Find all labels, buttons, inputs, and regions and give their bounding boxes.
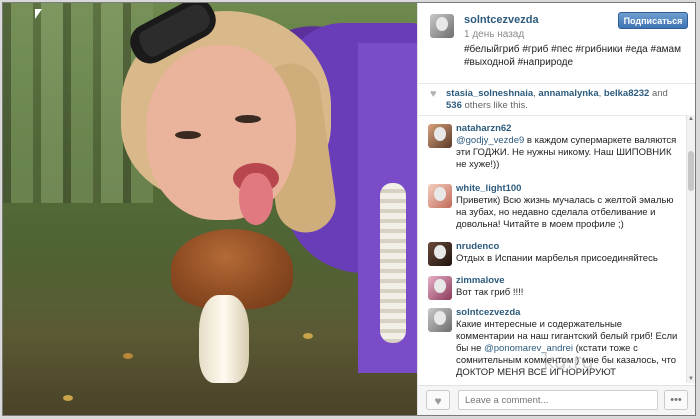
more-icon: ••• bbox=[670, 394, 682, 406]
photo-face bbox=[146, 45, 296, 220]
instagram-post-window: solntcezvezda 1 день назад #белыйгриб #г… bbox=[2, 2, 696, 416]
author-avatar[interactable] bbox=[430, 14, 454, 38]
like-user[interactable]: belka8232 bbox=[604, 88, 649, 99]
comment-mention[interactable]: @godjy_vezde9 bbox=[456, 135, 524, 146]
watermark: ka.ru bbox=[543, 349, 594, 373]
likes-row: ♥ stasia_solneshnaia, annamalynka, belka… bbox=[418, 83, 695, 112]
post-photo[interactable] bbox=[3, 3, 417, 415]
likes-and: and bbox=[651, 88, 668, 99]
scrollbar-thumb[interactable] bbox=[688, 151, 694, 191]
like-button[interactable]: ♥ bbox=[426, 390, 450, 410]
photo-leaf bbox=[63, 395, 73, 401]
commenter-avatar[interactable] bbox=[428, 276, 452, 300]
comments-list[interactable]: nataharzn62 @godjy_vezde9 в каждом супер… bbox=[418, 115, 686, 384]
comment-item: white_light100 Приветик) Всю жизнь мучал… bbox=[418, 180, 686, 234]
heart-icon: ♥ bbox=[434, 394, 442, 408]
scroll-down-icon[interactable]: ▼ bbox=[687, 375, 695, 383]
likes-count[interactable]: 536 bbox=[446, 100, 462, 111]
likes-text: stasia_solneshnaia, annamalynka, belka82… bbox=[446, 88, 668, 111]
post-header: solntcezvezda 1 день назад #белыйгриб #г… bbox=[418, 3, 695, 75]
commenter-avatar[interactable] bbox=[428, 124, 452, 148]
comment-text: Приветик) Всю жизнь мучалась с желтой эм… bbox=[456, 195, 674, 230]
comment-item: nrudenco Отдых в Испании марбелья присое… bbox=[418, 238, 686, 268]
commenter-avatar[interactable] bbox=[428, 242, 452, 266]
heart-icon: ♥ bbox=[430, 88, 437, 100]
comment-text: Отдых в Испании марбелья присоединяйтесь bbox=[456, 253, 658, 264]
comment-username[interactable]: nataharzn62 bbox=[456, 123, 511, 134]
comment-text: Вот так гриб !!!! bbox=[456, 287, 524, 298]
photo-hoodie-cord bbox=[380, 183, 406, 343]
photo-eye-left bbox=[175, 131, 201, 139]
comment-username[interactable]: nrudenco bbox=[456, 241, 499, 252]
comment-item: nataharzn62 @godjy_vezde9 в каждом супер… bbox=[418, 120, 686, 174]
like-user[interactable]: annamalynka bbox=[538, 88, 598, 99]
comments-scrollbar[interactable]: ▲ ▼ bbox=[686, 115, 695, 383]
comment-username[interactable]: white_light100 bbox=[456, 183, 521, 194]
photo-leaf bbox=[303, 333, 313, 339]
comment-input[interactable] bbox=[458, 390, 658, 410]
mouse-cursor-icon bbox=[35, 9, 42, 19]
photo-leaf bbox=[123, 353, 133, 359]
scroll-up-icon[interactable]: ▲ bbox=[687, 115, 695, 123]
post-caption: #белыйгриб #гриб #пес #грибники #еда #ам… bbox=[464, 44, 681, 68]
author-username[interactable]: solntcezvezda bbox=[464, 14, 539, 26]
more-options-button[interactable]: ••• bbox=[664, 390, 688, 410]
post-time: 1 день назад bbox=[464, 29, 525, 40]
comment-item: zimmalove Вот так гриб !!!! bbox=[418, 272, 686, 302]
comment-text: @godjy_vezde9 в каждом супермаркете валя… bbox=[456, 135, 677, 170]
comment-username[interactable]: solntcezvezda bbox=[456, 307, 520, 318]
comment-username[interactable]: zimmalove bbox=[456, 275, 505, 286]
photo-tongue bbox=[239, 173, 273, 225]
likes-tail: others like this. bbox=[464, 100, 528, 111]
commenter-avatar[interactable] bbox=[428, 184, 452, 208]
commenter-avatar[interactable] bbox=[428, 308, 452, 332]
like-user[interactable]: stasia_solneshnaia bbox=[446, 88, 533, 99]
comment-bar: ♥ ••• bbox=[418, 385, 695, 415]
follow-button[interactable]: Подписаться bbox=[618, 12, 688, 29]
mushroom-stem bbox=[199, 295, 249, 383]
photo-eye-right bbox=[235, 115, 261, 123]
